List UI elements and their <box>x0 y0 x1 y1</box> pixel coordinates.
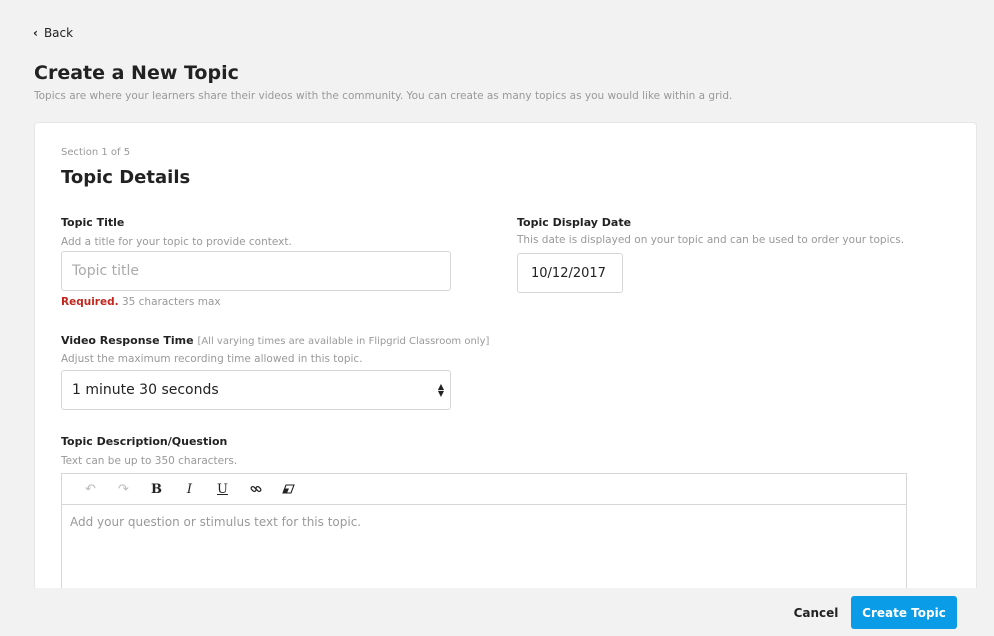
link-icon[interactable] <box>239 474 272 505</box>
page-subtitle: Topics are where your learners share the… <box>34 90 733 102</box>
display-date-input[interactable]: 10/12/2017 <box>517 253 623 293</box>
chevron-left-icon: ‹ <box>33 26 38 40</box>
bold-button[interactable]: B <box>140 474 173 505</box>
undo-icon[interactable]: ↶ <box>74 474 107 505</box>
sort-arrows-icon: ▲ ▼ <box>437 382 444 398</box>
topic-title-label: Topic Title <box>61 216 125 229</box>
response-time-selected: 1 minute 30 seconds <box>72 382 219 398</box>
create-topic-button[interactable]: Create Topic <box>851 596 957 629</box>
eraser-icon[interactable] <box>272 474 305 505</box>
max-characters-note: 35 characters max <box>121 296 221 308</box>
description-textarea[interactable]: Add your question or stimulus text for t… <box>62 505 906 539</box>
topic-title-requirement: Required. 35 characters max <box>61 296 221 308</box>
required-label: Required. <box>61 296 119 308</box>
response-time-select[interactable]: 1 minute 30 seconds ▲ ▼ <box>61 370 451 410</box>
topic-form-card: Section 1 of 5 Topic Details Topic Title… <box>34 122 977 603</box>
form-footer: Cancel Create Topic <box>0 588 994 636</box>
page-title: Create a New Topic <box>34 62 239 84</box>
topic-title-help: Add a title for your topic to provide co… <box>61 236 292 248</box>
editor-toolbar: ↶ ↷ B I U <box>62 474 906 505</box>
section-title: Topic Details <box>61 167 191 188</box>
response-time-label: Video Response Time <box>61 334 194 347</box>
display-date-help: This date is displayed on your topic and… <box>517 234 905 246</box>
eraser-icon-svg <box>282 484 295 494</box>
underline-button[interactable]: U <box>206 474 239 505</box>
link-icon-svg <box>250 485 261 493</box>
description-label: Topic Description/Question <box>61 435 228 448</box>
display-date-label: Topic Display Date <box>517 216 632 229</box>
response-time-help: Adjust the maximum recording time allowe… <box>61 353 363 365</box>
cancel-button[interactable]: Cancel <box>786 604 846 622</box>
description-editor: ↶ ↷ B I U Add your question or stimulus … <box>61 473 907 603</box>
redo-icon[interactable]: ↷ <box>107 474 140 505</box>
response-time-label-row: Video Response Time [All varying times a… <box>61 334 489 347</box>
section-step: Section 1 of 5 <box>61 147 131 158</box>
description-help: Text can be up to 350 characters. <box>61 455 238 467</box>
back-link[interactable]: ‹ Back <box>33 26 73 40</box>
topic-title-input[interactable] <box>61 251 451 291</box>
italic-button[interactable]: I <box>173 474 206 505</box>
back-label: Back <box>43 26 74 40</box>
response-time-note: [All varying times are available in Flip… <box>197 336 490 347</box>
